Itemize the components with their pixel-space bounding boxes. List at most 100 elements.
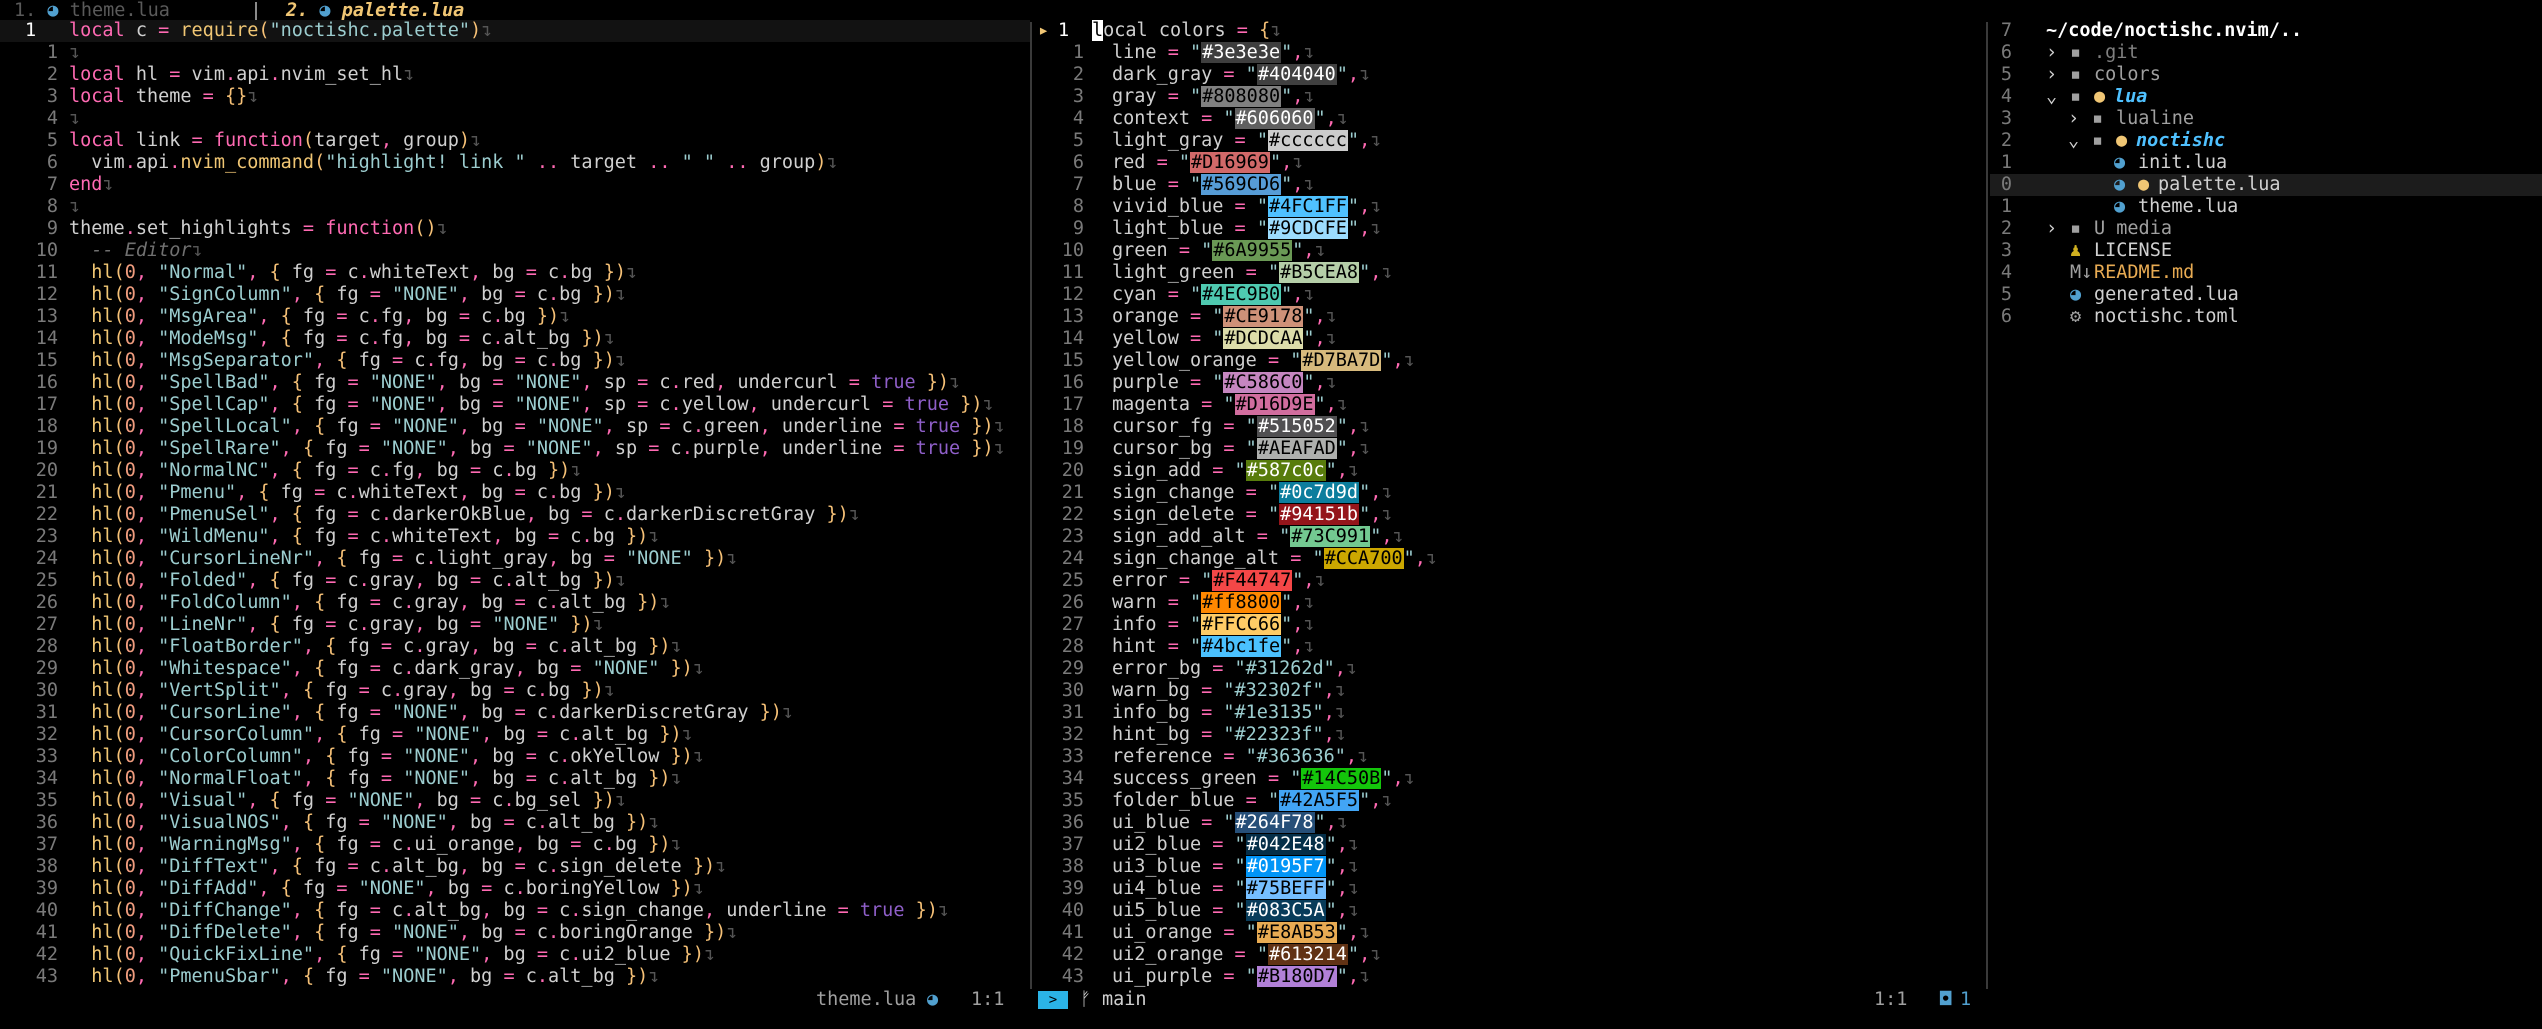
code-line[interactable]: 6 red = "#D16969",↴	[1036, 152, 1984, 174]
code-line[interactable]: 20 sign_add = "#587c0c",↴	[1036, 460, 1984, 482]
code-line[interactable]: 4 ↴	[0, 108, 1030, 130]
split-separator[interactable]	[1030, 22, 1032, 997]
code-line[interactable]: 26 warn = "#ff8800",↴	[1036, 592, 1984, 614]
code-line[interactable]: 11 light_green = "#B5CEA8",↴	[1036, 262, 1984, 284]
code-line[interactable]: 3 local theme = {}↴	[0, 86, 1030, 108]
code-line[interactable]: 23 hl(0, "WildMenu", { fg = c.whiteText,…	[0, 526, 1030, 548]
code-line[interactable]: 39 hl(0, "DiffAdd", { fg = "NONE", bg = …	[0, 878, 1030, 900]
tab-palette[interactable]: 2. ◕ palette.lua	[286, 0, 464, 22]
code-line[interactable]: 8 vivid_blue = "#4FC1FF",↴	[1036, 196, 1984, 218]
tree-item[interactable]: 4 ⌄ ▪ ● lua	[1990, 86, 2542, 108]
code-line[interactable]: 5 local link = function(target, group)↴	[0, 130, 1030, 152]
code-line[interactable]: 30 warn_bg = "#32302f",↴	[1036, 680, 1984, 702]
code-line[interactable]: 1 line = "#3e3e3e",↴	[1036, 42, 1984, 64]
code-line[interactable]: 18 cursor_fg = "#515052",↴	[1036, 416, 1984, 438]
code-line[interactable]: 2 dark_gray = "#404040",↴	[1036, 64, 1984, 86]
tree-root[interactable]: 7 ~/code/noctishc.nvim/..	[1990, 20, 2542, 42]
code-line[interactable]: 41 hl(0, "DiffDelete", { fg = "NONE", bg…	[0, 922, 1030, 944]
code-line[interactable]: 9 theme.set_highlights = function()↴	[0, 218, 1030, 240]
code-line[interactable]: 1 local c = require("noctishc.palette")↴	[0, 20, 1030, 42]
tree-item[interactable]: 5 › ▪ colors	[1990, 64, 2542, 86]
code-line[interactable]: 2 local hl = vim.api.nvim_set_hl↴	[0, 64, 1030, 86]
code-line[interactable]: 16 hl(0, "SpellBad", { fg = "NONE", bg =…	[0, 372, 1030, 394]
code-line[interactable]: 35 folder_blue = "#42A5F5",↴	[1036, 790, 1984, 812]
code-line[interactable]: 38 hl(0, "DiffText", { fg = c.alt_bg, bg…	[0, 856, 1030, 878]
tree-item[interactable]: 1 ◕ theme.lua	[1990, 196, 2542, 218]
code-line[interactable]: 37 ui2_blue = "#042E48",↴	[1036, 834, 1984, 856]
code-line[interactable]: 36 ui_blue = "#264F78",↴	[1036, 812, 1984, 834]
code-line[interactable]: 19 hl(0, "SpellRare", { fg = "NONE", bg …	[0, 438, 1030, 460]
code-line[interactable]: 21 hl(0, "Pmenu", { fg = c.whiteText, bg…	[0, 482, 1030, 504]
code-line[interactable]: 42 ui2_orange = "#613214",↴	[1036, 944, 1984, 966]
file-tree-pane[interactable]: 7 ~/code/noctishc.nvim/.. 6 › ▪ .git 5 › ▪ colors…	[1990, 20, 2542, 990]
tree-item[interactable]: 2 › ▪ U media	[1990, 218, 2542, 240]
code-line[interactable]: 22 hl(0, "PmenuSel", { fg = c.darkerOkBl…	[0, 504, 1030, 526]
code-line[interactable]: 41 ui_orange = "#E8AB53",↴	[1036, 922, 1984, 944]
code-line[interactable]: 40 hl(0, "DiffChange", { fg = c.alt_bg, …	[0, 900, 1030, 922]
code-line[interactable]: 32 hint_bg = "#22323f",↴	[1036, 724, 1984, 746]
code-line[interactable]: ▸ 1 local colors = {↴	[1036, 20, 1984, 42]
tree-item[interactable]: 0 ◕ ● palette.lua	[1990, 174, 2542, 196]
left-editor-pane[interactable]: 1 local c = require("noctishc.palette")↴ 1…	[0, 20, 1030, 990]
code-line[interactable]: 24 sign_change_alt = "#CCA700",↴	[1036, 548, 1984, 570]
code-line[interactable]: 25 hl(0, "Folded", { fg = c.gray, bg = c…	[0, 570, 1030, 592]
code-line[interactable]: 33 hl(0, "ColorColumn", { fg = "NONE", b…	[0, 746, 1030, 768]
code-line[interactable]: 13 hl(0, "MsgArea", { fg = c.fg, bg = c.…	[0, 306, 1030, 328]
code-line[interactable]: 25 error = "#F44747",↴	[1036, 570, 1984, 592]
code-line[interactable]: 26 hl(0, "FoldColumn", { fg = c.gray, bg…	[0, 592, 1030, 614]
code-line[interactable]: 42 hl(0, "QuickFixLine", { fg = "NONE", …	[0, 944, 1030, 966]
code-line[interactable]: 40 ui5_blue = "#083C5A",↴	[1036, 900, 1984, 922]
code-line[interactable]: 34 hl(0, "NormalFloat", { fg = "NONE", b…	[0, 768, 1030, 790]
code-line[interactable]: 23 sign_add_alt = "#73C991",↴	[1036, 526, 1984, 548]
code-line[interactable]: 7 blue = "#569CD6",↴	[1036, 174, 1984, 196]
code-line[interactable]: 28 hl(0, "FloatBorder", { fg = c.gray, b…	[0, 636, 1030, 658]
code-line[interactable]: 30 hl(0, "VertSplit", { fg = c.gray, bg …	[0, 680, 1030, 702]
code-line[interactable]: 29 hl(0, "Whitespace", { fg = c.dark_gra…	[0, 658, 1030, 680]
code-line[interactable]: 35 hl(0, "Visual", { fg = "NONE", bg = c…	[0, 790, 1030, 812]
code-line[interactable]: 38 ui3_blue = "#0195F7",↴	[1036, 856, 1984, 878]
code-line[interactable]: 19 cursor_bg = "#AEAFAD",↴	[1036, 438, 1984, 460]
code-line[interactable]: 15 hl(0, "MsgSeparator", { fg = c.fg, bg…	[0, 350, 1030, 372]
tree-item[interactable]: 2 ⌄ ▪ ● noctishc	[1990, 130, 2542, 152]
code-line[interactable]: 1 ↴	[0, 42, 1030, 64]
code-line[interactable]: 13 orange = "#CE9178",↴	[1036, 306, 1984, 328]
code-line[interactable]: 34 success_green = "#14C50B",↴	[1036, 768, 1984, 790]
code-line[interactable]: 15 yellow_orange = "#D7BA7D",↴	[1036, 350, 1984, 372]
code-line[interactable]: 24 hl(0, "CursorLineNr", { fg = c.light_…	[0, 548, 1030, 570]
code-line[interactable]: 3 gray = "#808080",↴	[1036, 86, 1984, 108]
code-line[interactable]: 31 info_bg = "#1e3135",↴	[1036, 702, 1984, 724]
code-line[interactable]: 12 hl(0, "SignColumn", { fg = "NONE", bg…	[0, 284, 1030, 306]
code-line[interactable]: 32 hl(0, "CursorColumn", { fg = "NONE", …	[0, 724, 1030, 746]
code-line[interactable]: 18 hl(0, "SpellLocal", { fg = "NONE", bg…	[0, 416, 1030, 438]
split-separator[interactable]	[1986, 22, 1988, 997]
chevron-icon[interactable]: ⌄	[2068, 130, 2079, 152]
tree-item[interactable]: 1 ◕ init.lua	[1990, 152, 2542, 174]
code-line[interactable]: 14 hl(0, "ModeMsg", { fg = c.fg, bg = c.…	[0, 328, 1030, 350]
code-line[interactable]: 17 hl(0, "SpellCap", { fg = "NONE", bg =…	[0, 394, 1030, 416]
code-line[interactable]: 33 reference = "#363636",↴	[1036, 746, 1984, 768]
code-line[interactable]: 7 end↴	[0, 174, 1030, 196]
chevron-icon[interactable]: ⌄	[2046, 86, 2057, 108]
code-line[interactable]: 10 green = "#6A9955",↴	[1036, 240, 1984, 262]
code-line[interactable]: 29 error_bg = "#31262d",↴	[1036, 658, 1984, 680]
code-line[interactable]: 37 hl(0, "WarningMsg", { fg = c.ui_orang…	[0, 834, 1030, 856]
tree-item[interactable]: 4 M↓ README.md	[1990, 262, 2542, 284]
code-line[interactable]: 8 ↴	[0, 196, 1030, 218]
code-line[interactable]: 16 purple = "#C586C0",↴	[1036, 372, 1984, 394]
code-line[interactable]: 27 info = "#FFCC66",↴	[1036, 614, 1984, 636]
code-line[interactable]: 43 ui_purple = "#B180D7",↴	[1036, 966, 1984, 988]
chevron-icon[interactable]: ›	[2068, 108, 2079, 130]
chevron-icon[interactable]: ›	[2046, 218, 2057, 240]
code-line[interactable]: 27 hl(0, "LineNr", { fg = c.gray, bg = "…	[0, 614, 1030, 636]
code-line[interactable]: 36 hl(0, "VisualNOS", { fg = "NONE", bg …	[0, 812, 1030, 834]
code-line[interactable]: 11 hl(0, "Normal", { fg = c.whiteText, b…	[0, 262, 1030, 284]
code-line[interactable]: 28 hint = "#4bc1fe",↴	[1036, 636, 1984, 658]
code-line[interactable]: 43 hl(0, "PmenuSbar", { fg = "NONE", bg …	[0, 966, 1030, 988]
code-line[interactable]: 6 vim.api.nvim_command("highlight! link …	[0, 152, 1030, 174]
code-line[interactable]: 10 -- Editor↴	[0, 240, 1030, 262]
code-line[interactable]: 22 sign_delete = "#94151b",↴	[1036, 504, 1984, 526]
code-line[interactable]: 39 ui4_blue = "#75BEFF",↴	[1036, 878, 1984, 900]
chevron-icon[interactable]: ›	[2046, 42, 2057, 64]
chevron-icon[interactable]: ›	[2046, 64, 2057, 86]
code-line[interactable]: 5 light_gray = "#cccccc",↴	[1036, 130, 1984, 152]
